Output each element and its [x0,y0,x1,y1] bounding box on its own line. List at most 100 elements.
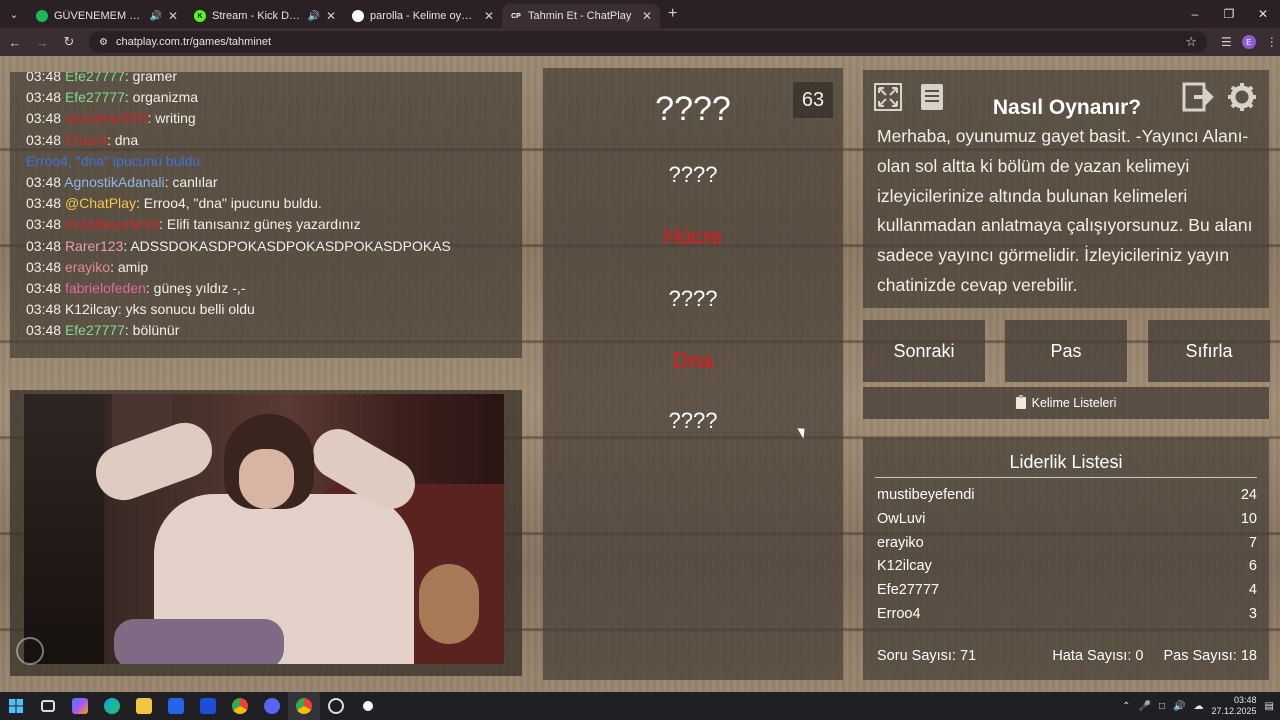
next-button[interactable]: Sonraki [863,320,985,382]
system-clock[interactable]: 03:48 27.12.2025 [1212,695,1257,717]
leaderboard-row: erayiko 7 [877,532,1257,556]
minimize-icon[interactable]: – [1178,0,1212,28]
network-icon[interactable]: □ [1159,701,1165,712]
tab-title: parolla - Kelime oyunu. Günlük [370,10,478,22]
forward-icon[interactable]: → [30,30,54,54]
chat-message: 03:48 erayiko: amip [26,258,149,275]
chat-timestamp: 03:48 [26,72,62,84]
bookmark-star-icon[interactable]: ☆ [1185,34,1197,50]
chat-username: mustibeyefendi [64,216,160,233]
chat-text: bölünür [132,322,180,339]
reset-button[interactable]: Sıfırla [1148,320,1270,382]
clock-date: 27.12.2025 [1211,706,1257,716]
tab-audio-icon[interactable]: 🔊 [149,11,161,22]
back-icon[interactable]: ← [3,30,27,54]
player-name: K12ilcay [877,558,932,575]
player-score: 4 [1248,582,1257,599]
pass-button[interactable]: Pas [1005,320,1127,382]
mail-icon[interactable] [192,692,224,720]
profile-avatar[interactable]: E [1241,35,1256,49]
chat-message: 03:48 Efe27777: organizma [26,89,199,106]
document-icon[interactable] [915,80,949,114]
player-score: 6 [1248,558,1257,575]
browser-tab[interactable]: CP Tahmin Et - ChatPlay ✕ [502,4,660,28]
forbidden-word: Dna [672,348,714,373]
start-icon[interactable] [0,692,32,720]
window-controls: – ❐ ✕ [1178,0,1280,28]
reload-icon[interactable]: ↻ [57,30,81,54]
tab-close-icon[interactable]: ✕ [326,9,336,23]
obs-icon[interactable] [352,692,384,720]
tab-favicon-icon: CP [510,10,522,22]
tab-close-icon[interactable]: ✕ [168,9,178,23]
leaderboard-row: Erroo4 3 [877,603,1257,620]
address-bar: ← → ↻ ⚙ chatplay.com.tr/games/tahminet ☆… [0,28,1280,56]
leaderboard-row: K12ilcay 6 [877,555,1257,579]
chat-text: amip [117,258,149,275]
player-name: OwLuvi [877,510,926,527]
leaderboard-row: OwLuvi 10 [877,508,1257,532]
fullscreen-icon[interactable] [871,80,905,114]
chat-text: gramer [132,72,178,84]
leaderboard-divider [875,477,1257,478]
chat-text: canlılar [172,173,218,190]
chat-text: güneş yıldız -,- [153,279,246,296]
tab-audio-icon[interactable]: 🔊 [307,11,319,22]
copilot-icon[interactable] [64,692,96,720]
media-controls-icon[interactable]: ☰ [1221,35,1232,49]
settings-gear-icon[interactable] [1225,80,1259,114]
new-tab-icon[interactable]: + [668,5,677,23]
leaderboard-panel: Liderlik Listesi mustibeyefendi 24 OwLuvi 1… [863,438,1269,680]
chat-username: Erroo4, "dna" [26,152,110,169]
edge-icon[interactable] [96,692,128,720]
tab-close-icon[interactable]: ✕ [642,9,652,23]
clock-app-icon[interactable] [320,692,352,720]
task-view-icon[interactable] [32,692,64,720]
url-field[interactable]: ⚙ chatplay.com.tr/games/tahminet ☆ [89,31,1207,53]
browser-tab[interactable]: GÜVENEMEM • Yung Ouzo 🔊 ✕ [28,4,186,28]
chat-message: 03:48 fabrielofeden: güneş yıldız -,- [26,279,246,296]
onedrive-icon[interactable]: ☁ [1194,701,1204,712]
notification-icon[interactable]: ▤ [1265,701,1274,712]
player-name: Erroo4 [877,605,921,620]
volume-icon[interactable]: 🔊 [1173,701,1185,712]
chat-timestamp: 03:48 [26,216,62,233]
browser-menu-icon[interactable]: ⋮ [1266,35,1278,49]
restore-icon[interactable]: ❐ [1212,0,1246,28]
streamer-camera-panel [10,390,522,676]
forbidden-word: Hücre [663,224,723,249]
chat-text: ipucunu buldu [113,152,201,169]
word-lists-button[interactable]: Kelime Listeleri [863,387,1269,419]
tab-search-icon[interactable]: ⌄ [0,0,28,28]
chat-message: Erroo4, "dna" ipucunu buldu [26,151,522,172]
store-icon[interactable] [160,692,192,720]
browser-tab[interactable]: K Stream - Kick Dashboard 🔊 ✕ [186,4,344,28]
leaderboard-list[interactable]: mustibeyefendi 24 OwLuvi 10 erayiko 7 K12ilcay… [877,484,1257,620]
tab-close-icon[interactable]: ✕ [484,9,494,23]
chat-username: Efe27777 [64,72,125,84]
chat-timestamp: 03:48 [26,322,62,339]
teddy-bear-image [419,564,479,644]
how-to-play-text: Merhaba, oyunumuz gayet basit. -Yayıncı … [877,126,1253,295]
url-text[interactable]: chatplay.com.tr/games/tahminet [116,36,1177,48]
chrome-icon[interactable] [224,692,256,720]
discord-icon[interactable] [256,692,288,720]
leaderboard-title: Liderlik Listesi [1009,452,1123,472]
player-score: 24 [1240,487,1257,503]
tab-favicon-icon [36,10,48,22]
stats-right: Hata Sayısı: 0 Pas Sayısı: 18 [1052,648,1257,664]
exit-icon[interactable] [1181,80,1215,114]
question-count-stat: Soru Sayısı: 71 [877,648,977,664]
file-explorer-icon[interactable] [128,692,160,720]
browser-tab[interactable]: parolla - Kelime oyunu. Günlük ✕ [344,4,502,28]
tray-overflow-icon[interactable]: ⌃ [1122,701,1130,712]
tab-title: Stream - Kick Dashboard [212,10,301,22]
close-window-icon[interactable]: ✕ [1246,0,1280,28]
chat-timestamp: 03:48 [26,279,62,296]
microphone-icon[interactable]: 🎤 [1139,701,1151,712]
how-to-play-title: Nasıl Oynanır? [992,96,1142,119]
chrome-active-icon[interactable] [288,692,320,720]
chat-messages: 03:48 Efe27777: gramer 03:48 Efe27777: or… [26,72,522,341]
player-name: Efe27777 [877,582,940,599]
site-info-icon[interactable]: ⚙ [99,37,108,48]
